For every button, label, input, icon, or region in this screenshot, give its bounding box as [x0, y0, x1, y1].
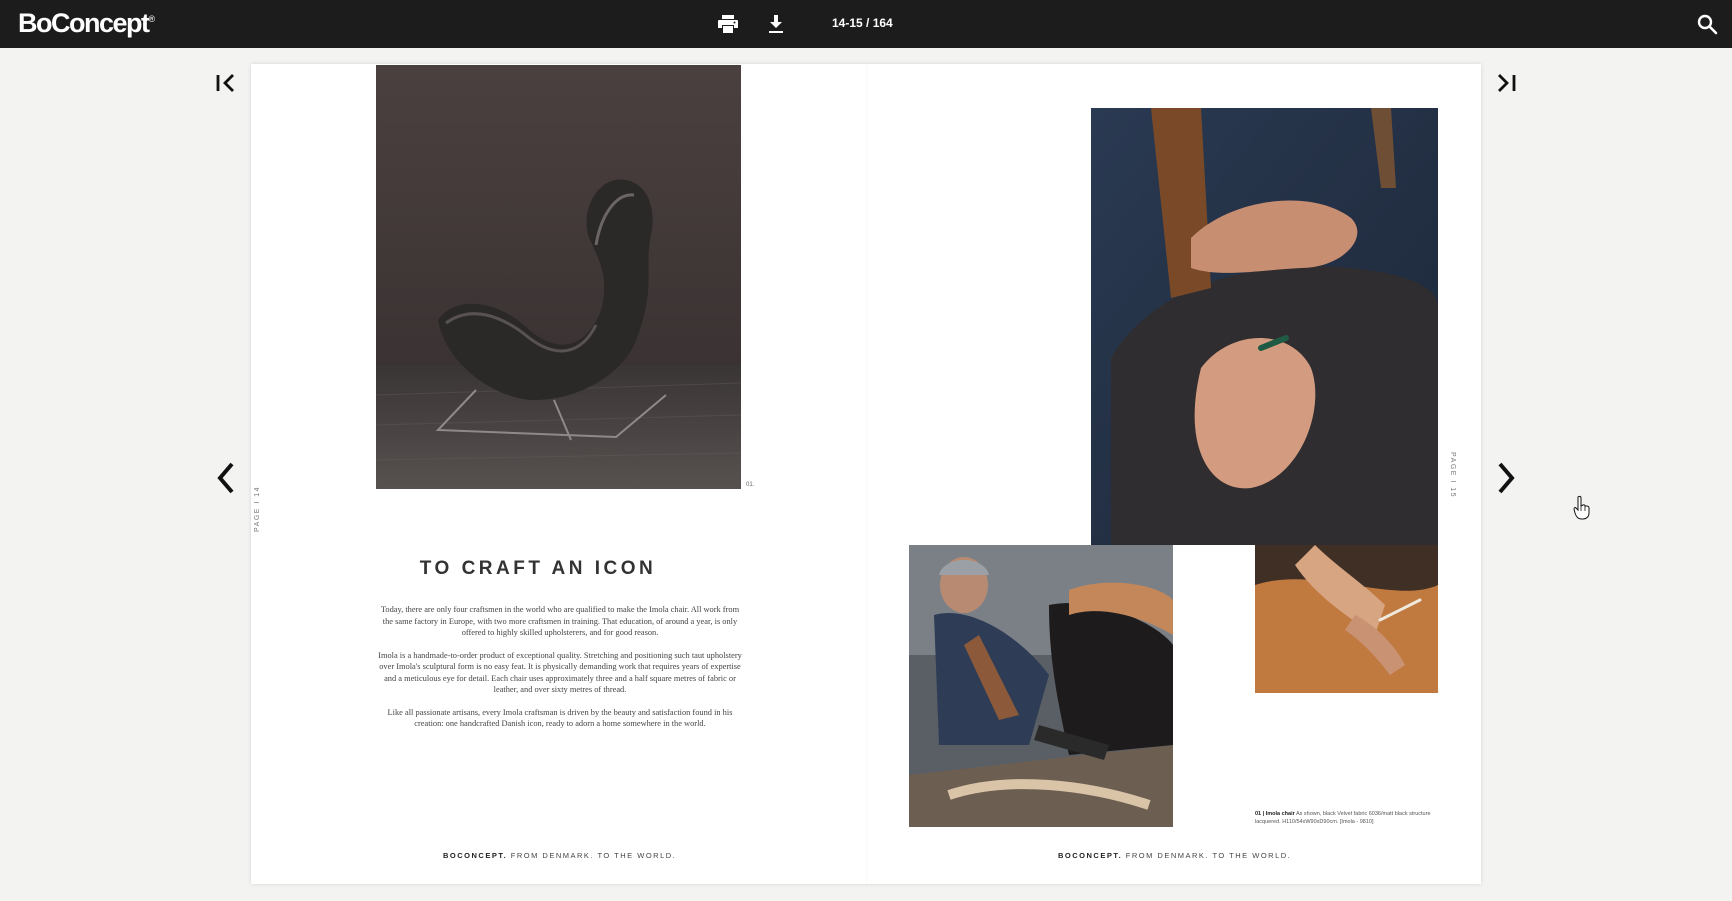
- page-counter: 14-15 / 164: [832, 16, 893, 30]
- leather-detail-photo[interactable]: [1255, 545, 1438, 693]
- brand-logo[interactable]: BoConcept®: [18, 8, 155, 39]
- photo-number: 01.: [746, 482, 755, 488]
- first-page-icon[interactable]: [212, 68, 242, 98]
- print-icon[interactable]: [716, 12, 740, 36]
- product-caption: 01 | Imola chair As shown, black Velvet …: [1255, 811, 1431, 825]
- article-paragraph: Imola is a handmade-to-order product of …: [378, 650, 742, 695]
- magazine-spread: 01. PAGE I 14 TO CRAFT AN ICON Today, th…: [251, 64, 1481, 884]
- craftsman-workshop-photo[interactable]: [909, 545, 1173, 827]
- right-page-number: PAGE I 15: [1449, 452, 1456, 499]
- last-page-icon[interactable]: [1490, 68, 1520, 98]
- article-title: TO CRAFT AN ICON: [419, 558, 657, 579]
- craftsman-hands-photo[interactable]: [1091, 108, 1438, 545]
- chevron-right-icon[interactable]: [1490, 460, 1520, 496]
- chevron-left-icon[interactable]: [212, 460, 242, 496]
- top-bar: BoConcept® 14-15 / 164: [0, 0, 1732, 48]
- article-body: Today, there are only four craftsmen in …: [377, 604, 743, 741]
- right-page-footer: BOCONCEPT. FROM DENMARK. TO THE WORLD.: [1058, 851, 1292, 860]
- article-paragraph: Like all passionate artisans, every Imol…: [387, 707, 733, 729]
- article-paragraph: Today, there are only four craftsmen in …: [380, 605, 740, 637]
- left-page-number: PAGE I 14: [254, 485, 261, 532]
- imola-chair-photo[interactable]: [376, 65, 741, 489]
- spine-shadow: [866, 64, 867, 884]
- search-icon[interactable]: [1695, 12, 1719, 36]
- hand-cursor-icon: [1572, 495, 1592, 521]
- download-icon[interactable]: [764, 12, 788, 36]
- left-page-footer: BOCONCEPT. FROM DENMARK. TO THE WORLD.: [443, 851, 677, 860]
